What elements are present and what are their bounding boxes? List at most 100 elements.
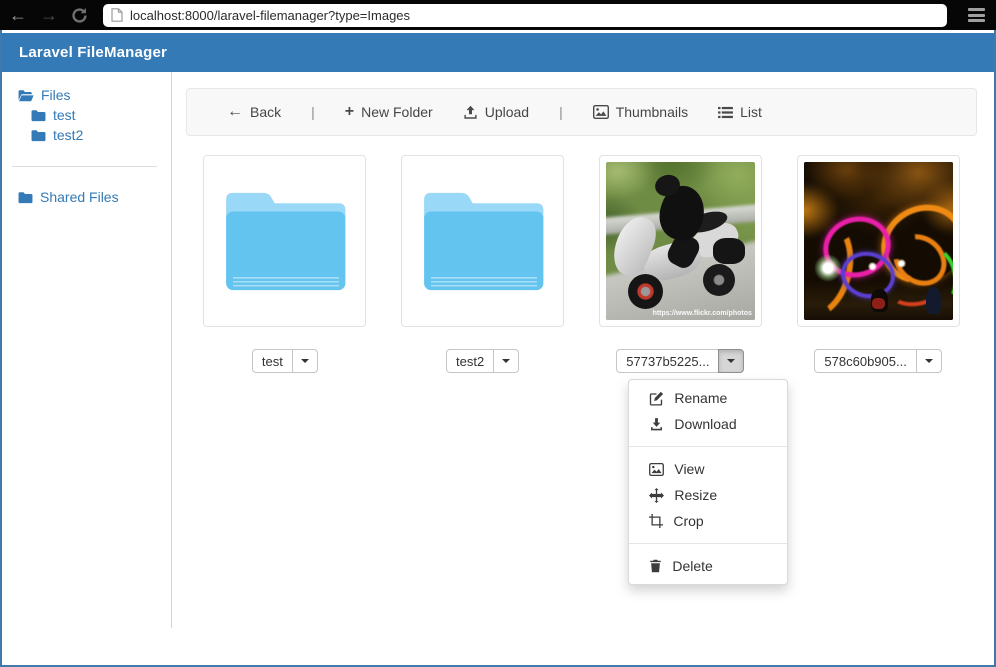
item-dropdown-toggle[interactable] (916, 349, 942, 373)
item-name-button[interactable]: 57737b5225... (616, 349, 719, 373)
new-folder-button[interactable]: + New Folder (345, 104, 433, 120)
menu-item-rename[interactable]: Rename (629, 385, 787, 411)
photo-person-silhouette (926, 287, 941, 314)
photo-bright-light (814, 254, 842, 282)
browser-back-icon[interactable]: ← (9, 6, 27, 24)
item-footer: 578c60b905... (814, 349, 941, 373)
grid-item-image-2: 578c60b905... (779, 155, 977, 373)
folder-card-test2[interactable] (401, 155, 564, 327)
menu-item-label: Crop (673, 511, 703, 531)
menu-item-delete[interactable]: Delete (629, 553, 787, 579)
upload-icon (463, 105, 478, 120)
menu-item-resize[interactable]: Resize (629, 482, 787, 508)
menu-item-label: Delete (672, 556, 712, 576)
page-body: Laravel FileManager Files test test2 (0, 30, 996, 667)
page-icon (111, 8, 123, 22)
app-window: ← → localhost:8000/laravel-filemanager?t… (0, 0, 996, 667)
caret-down-icon (502, 359, 510, 363)
list-icon (718, 106, 733, 119)
toolbar-separator: | (559, 104, 563, 120)
back-button[interactable]: ← Back (227, 104, 281, 120)
item-dropdown-toggle[interactable] (493, 349, 519, 373)
upload-button[interactable]: Upload (463, 104, 529, 120)
folder-icon (31, 129, 46, 142)
menu-item-download[interactable]: Download (629, 411, 787, 437)
plus-icon: + (345, 104, 354, 120)
menu-item-view[interactable]: View (629, 456, 787, 482)
item-name-button[interactable]: test (252, 349, 293, 373)
item-name-button[interactable]: 578c60b905... (814, 349, 916, 373)
app-navbar: Laravel FileManager (2, 33, 994, 72)
browser-refresh-icon[interactable] (71, 7, 88, 24)
item-name-button[interactable]: test2 (446, 349, 494, 373)
file-grid: test (186, 155, 977, 373)
browser-menu-icon[interactable] (966, 6, 987, 24)
photo-street-lamp (868, 262, 877, 271)
picture-icon (649, 463, 664, 476)
big-folder-icon (218, 187, 352, 295)
menu-item-crop[interactable]: Crop (629, 508, 787, 534)
back-arrow-icon: ← (227, 104, 243, 120)
item-footer: test2 (446, 349, 519, 373)
sidebar-item-test[interactable]: test (31, 105, 171, 125)
sidebar-item-files-root[interactable]: Files (18, 85, 171, 105)
toolbar: ← Back | + New Folder Upload | (186, 88, 977, 136)
toolbar-separator: | (311, 104, 315, 120)
folder-icon (18, 191, 33, 204)
menu-item-label: Download (674, 414, 736, 434)
upload-label: Upload (485, 104, 529, 120)
item-footer: test (252, 349, 318, 373)
move-icon (649, 488, 664, 503)
caret-down-icon (925, 359, 933, 363)
crop-icon (649, 514, 663, 528)
image-card-2[interactable] (797, 155, 960, 327)
menu-divider (629, 543, 787, 544)
menu-divider (629, 446, 787, 447)
content: Files test test2 Shared Files (2, 72, 994, 665)
thumbnails-label: Thumbnails (616, 104, 688, 120)
photo-watermark: https://www.flickr.com/photos (653, 310, 752, 317)
item-dropdown-toggle[interactable] (292, 349, 318, 373)
thumbnails-view-button[interactable]: Thumbnails (593, 104, 688, 120)
image-card-1[interactable]: https://www.flickr.com/photos (599, 155, 762, 327)
pencil-icon (649, 391, 664, 406)
grid-item-folder-test: test (186, 155, 384, 373)
motorcycle-photo-thumbnail: https://www.flickr.com/photos (606, 162, 755, 320)
item-footer: 57737b5225... Rename Download (616, 349, 744, 373)
sidebar-item-label: test (53, 107, 76, 123)
menu-item-label: Rename (674, 388, 727, 408)
sidebar-item-label: Files (41, 87, 71, 103)
download-icon (649, 417, 664, 432)
grid-item-folder-test2: test2 (384, 155, 582, 373)
browser-chrome: ← → localhost:8000/laravel-filemanager?t… (0, 0, 996, 30)
grid-item-image-1: https://www.flickr.com/photos 57737b5225… (582, 155, 780, 373)
main-panel: ← Back | + New Folder Upload | (172, 72, 994, 665)
photo-scooter-bag (713, 238, 745, 264)
address-bar[interactable]: localhost:8000/laravel-filemanager?type=… (103, 4, 947, 27)
sidebar-divider (12, 166, 157, 167)
folder-open-icon (18, 89, 34, 102)
picture-icon (593, 105, 609, 119)
item-dropdown-toggle-open[interactable] (718, 349, 744, 373)
sidebar-item-shared-files[interactable]: Shared Files (18, 187, 171, 207)
caret-down-icon (727, 359, 735, 363)
list-view-button[interactable]: List (718, 104, 762, 120)
sidebar-folder-children: test test2 (18, 105, 171, 145)
browser-forward-icon[interactable]: → (40, 6, 58, 24)
trash-icon (649, 559, 662, 573)
menu-item-label: Resize (674, 485, 717, 505)
big-folder-icon (416, 187, 550, 295)
back-label: Back (250, 104, 281, 120)
caret-down-icon (301, 359, 309, 363)
photo-rear-wheel (703, 264, 735, 296)
sidebar-item-test2[interactable]: test2 (31, 125, 171, 145)
url-text[interactable]: localhost:8000/laravel-filemanager?type=… (130, 8, 410, 23)
menu-item-label: View (674, 459, 704, 479)
sidebar-item-label: Shared Files (40, 189, 119, 205)
folder-card-test[interactable] (203, 155, 366, 327)
sidebar-item-label: test2 (53, 127, 83, 143)
list-label: List (740, 104, 762, 120)
app-title[interactable]: Laravel FileManager (19, 44, 167, 61)
photo-front-wheel (628, 274, 663, 309)
sidebar: Files test test2 Shared Files (2, 72, 172, 628)
